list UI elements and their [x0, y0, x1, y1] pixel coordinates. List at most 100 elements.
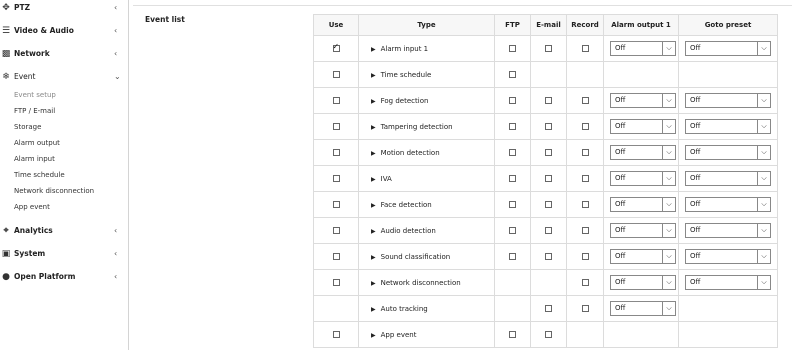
expand-triangle-icon[interactable]: ▶ [371, 150, 376, 157]
use-checkbox[interactable] [332, 97, 340, 104]
use-checkbox[interactable] [332, 227, 340, 234]
goto-preset-select[interactable]: Off ⌵ [685, 197, 771, 212]
nav-network[interactable]: ▩ Network ‹ [0, 47, 128, 63]
use-checkbox[interactable] [332, 175, 340, 182]
event-type-cell[interactable]: ▶ Network disconnection [358, 269, 495, 296]
goto-preset-select[interactable]: Off ⌵ [685, 119, 771, 134]
record-checkbox[interactable] [581, 227, 589, 234]
expand-triangle-icon[interactable]: ▶ [371, 228, 376, 235]
event-type-label: Alarm input 1 [380, 44, 429, 53]
expand-triangle-icon[interactable]: ▶ [371, 332, 376, 339]
ftp-checkbox[interactable] [509, 149, 516, 156]
email-checkbox[interactable] [545, 201, 552, 208]
alarm-output-select[interactable]: Off ⌵ [610, 223, 676, 238]
ftp-checkbox[interactable] [509, 71, 516, 78]
nav-event[interactable]: ❄ Event ⌄ [0, 70, 128, 86]
use-checkbox[interactable] [332, 42, 340, 52]
nav-analytics[interactable]: ⌖ Analytics ‹ [0, 224, 128, 240]
email-checkbox[interactable] [545, 253, 552, 260]
email-checkbox[interactable] [545, 227, 552, 234]
email-checkbox[interactable] [545, 123, 552, 130]
use-checkbox[interactable] [332, 149, 340, 156]
record-checkbox[interactable] [581, 279, 589, 286]
sub-alarm-input[interactable]: Alarm input [14, 154, 55, 164]
email-checkbox[interactable] [545, 175, 552, 182]
email-checkbox[interactable] [545, 97, 552, 104]
sub-time-schedule[interactable]: Time schedule [14, 170, 65, 180]
event-type-cell[interactable]: ▶ Audio detection [358, 217, 495, 244]
alarm-output-select[interactable]: Off ⌵ [610, 197, 676, 212]
ftp-checkbox[interactable] [509, 227, 516, 234]
use-checkbox[interactable] [332, 71, 340, 78]
expand-triangle-icon[interactable]: ▶ [371, 98, 376, 105]
expand-triangle-icon[interactable]: ▶ [371, 176, 376, 183]
sub-alarm-output[interactable]: Alarm output [14, 138, 60, 148]
nav-ptz[interactable]: ✥ PTZ ‹ [0, 1, 128, 17]
expand-triangle-icon[interactable]: ▶ [371, 280, 376, 287]
goto-preset-select[interactable]: Off ⌵ [685, 145, 771, 160]
ftp-checkbox[interactable] [509, 253, 516, 260]
alarm-output-select[interactable]: Off ⌵ [610, 119, 676, 134]
event-type-cell[interactable]: ▶ Fog detection [358, 87, 495, 114]
email-checkbox[interactable] [545, 149, 552, 156]
record-checkbox[interactable] [581, 305, 589, 312]
alarm-output-select[interactable]: Off ⌵ [610, 93, 676, 108]
event-type-cell[interactable]: ▶ App event [358, 321, 495, 348]
ftp-checkbox[interactable] [509, 331, 516, 338]
use-checkbox[interactable] [332, 201, 340, 208]
ftp-checkbox[interactable] [509, 123, 516, 130]
alarm-output-select[interactable]: Off ⌵ [610, 145, 676, 160]
record-checkbox[interactable] [581, 201, 589, 208]
event-type-cell[interactable]: ▶ Face detection [358, 191, 495, 218]
goto-preset-select[interactable]: Off ⌵ [685, 93, 771, 108]
record-checkbox[interactable] [581, 45, 589, 52]
sub-storage[interactable]: Storage [14, 122, 41, 132]
alarm-output-select[interactable]: Off ⌵ [610, 41, 676, 56]
ftp-checkbox[interactable] [509, 97, 516, 104]
email-checkbox[interactable] [545, 305, 552, 312]
expand-triangle-icon[interactable]: ▶ [371, 202, 376, 209]
event-type-cell[interactable]: ▶ Sound classification [358, 243, 495, 270]
record-checkbox[interactable] [581, 175, 589, 182]
event-type-cell[interactable]: ▶ IVA [358, 165, 495, 192]
sub-ftp-email[interactable]: FTP / E-mail [14, 106, 55, 116]
goto-preset-select[interactable]: Off ⌵ [685, 41, 771, 56]
use-checkbox[interactable] [332, 331, 340, 338]
expand-triangle-icon[interactable]: ▶ [371, 72, 376, 79]
expand-triangle-icon[interactable]: ▶ [371, 46, 376, 53]
goto-preset-select[interactable]: Off ⌵ [685, 223, 771, 238]
email-checkbox[interactable] [545, 45, 552, 52]
use-checkbox[interactable] [332, 123, 340, 130]
sub-network-disconnection[interactable]: Network disconnection [14, 186, 94, 196]
goto-preset-select[interactable]: Off ⌵ [685, 171, 771, 186]
nav-video-audio[interactable]: ☰ Video & Audio ‹ [0, 24, 128, 40]
event-type-cell[interactable]: ▶ Alarm input 1 [358, 35, 495, 62]
goto-preset-select[interactable]: Off ⌵ [685, 275, 771, 290]
email-checkbox[interactable] [545, 331, 552, 338]
goto-preset-select[interactable]: Off ⌵ [685, 249, 771, 264]
alarm-output-select[interactable]: Off ⌵ [610, 275, 676, 290]
expand-triangle-icon[interactable]: ▶ [371, 254, 376, 261]
record-checkbox[interactable] [581, 123, 589, 130]
record-checkbox[interactable] [581, 97, 589, 104]
nav-system[interactable]: ▣ System ‹ [0, 247, 128, 263]
event-type-cell[interactable]: ▶ Motion detection [358, 139, 495, 166]
ftp-checkbox[interactable] [509, 201, 516, 208]
ftp-checkbox[interactable] [509, 175, 516, 182]
alarm-output-select[interactable]: Off ⌵ [610, 301, 676, 316]
use-checkbox[interactable] [332, 253, 340, 260]
use-checkbox[interactable] [332, 279, 340, 286]
event-type-cell[interactable]: ▶ Time schedule [358, 61, 495, 88]
alarm-output-select[interactable]: Off ⌵ [610, 249, 676, 264]
alarm-output-select[interactable]: Off ⌵ [610, 171, 676, 186]
sub-event-setup[interactable]: Event setup [14, 90, 56, 100]
expand-triangle-icon[interactable]: ▶ [371, 306, 376, 313]
ftp-checkbox[interactable] [509, 45, 516, 52]
event-type-cell[interactable]: ▶ Auto tracking [358, 295, 495, 322]
sub-app-event[interactable]: App event [14, 202, 50, 212]
event-type-cell[interactable]: ▶ Tampering detection [358, 113, 495, 140]
record-checkbox[interactable] [581, 253, 589, 260]
record-checkbox[interactable] [581, 149, 589, 156]
expand-triangle-icon[interactable]: ▶ [371, 124, 376, 131]
nav-open-platform[interactable]: ● Open Platform ‹ [0, 270, 128, 286]
